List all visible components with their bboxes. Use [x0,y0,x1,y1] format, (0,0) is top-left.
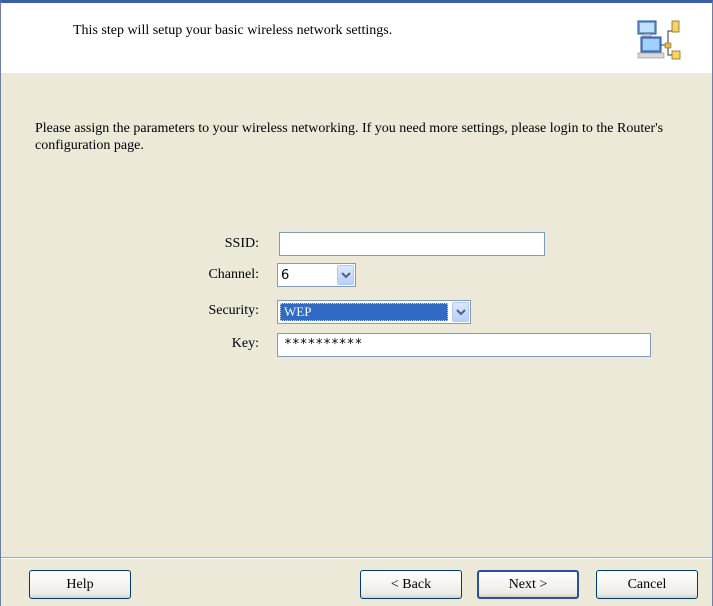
security-label: Security: [208,303,259,318]
channel-value: 6 [281,268,290,283]
back-button[interactable]: < Back [360,570,462,599]
security-select[interactable]: WEP [277,300,471,324]
next-button[interactable]: Next > [477,570,579,599]
footer-divider-highlight [1,558,712,559]
channel-select[interactable]: 6 [277,263,356,287]
security-value: WEP [280,303,448,321]
ssid-input[interactable] [279,232,545,256]
chevron-down-icon[interactable] [452,302,469,322]
chevron-down-icon[interactable] [337,265,354,285]
header-text: This step will setup your basic wireless… [73,23,393,38]
header-separator [1,72,712,73]
wizard-dialog: This step will setup your basic wireless… [0,0,713,606]
intro-text: Please assign the parameters to your wir… [35,121,664,153]
channel-label: Channel: [208,267,259,282]
network-computers-icon [635,17,681,63]
key-label: Key: [231,336,259,351]
help-button[interactable]: Help [29,570,131,599]
ssid-label: SSID: [224,236,259,251]
wizard-header: This step will setup your basic wireless… [1,3,712,73]
key-input[interactable]: ********** [277,333,651,357]
cancel-button[interactable]: Cancel [596,570,698,599]
